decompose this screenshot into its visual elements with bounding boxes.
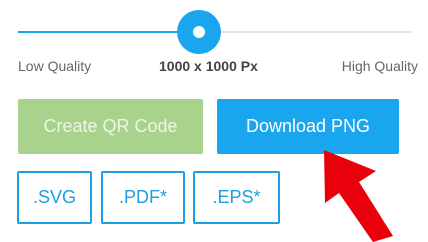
red-arrow-icon	[324, 150, 393, 242]
